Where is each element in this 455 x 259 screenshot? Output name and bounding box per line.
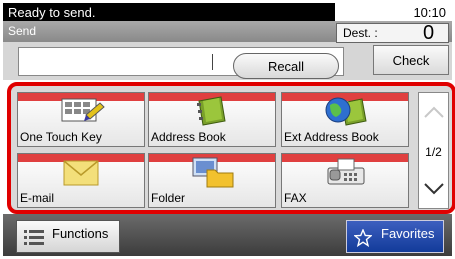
ext-address-book-label: Ext Address Book	[284, 130, 379, 144]
field-divider	[212, 54, 213, 70]
one-touch-key-icon	[61, 98, 105, 122]
destination-label: Dest. :	[343, 26, 378, 40]
address-book-label: Address Book	[151, 130, 226, 144]
scroll-down-button[interactable]	[419, 170, 448, 208]
folder-button[interactable]: Folder	[148, 153, 276, 208]
page-scroller: 1/2	[418, 92, 449, 209]
page-title: Send	[8, 24, 37, 38]
ext-address-book-button[interactable]: Ext Address Book	[281, 92, 409, 147]
email-icon	[63, 160, 99, 186]
address-book-icon	[197, 96, 226, 126]
status-message: Ready to send.	[8, 5, 96, 20]
email-button[interactable]: E-mail	[17, 153, 145, 208]
functions-button[interactable]: Functions	[16, 220, 120, 253]
clock: 10:10	[335, 3, 452, 21]
recall-label: Recall	[267, 58, 305, 74]
fax-icon	[327, 158, 365, 185]
favorites-button[interactable]: Favorites	[346, 220, 444, 253]
chevron-up-icon	[423, 106, 444, 118]
one-touch-key-label: One Touch Key	[20, 130, 102, 144]
fax-label: FAX	[284, 191, 307, 205]
list-icon	[24, 230, 44, 245]
check-button[interactable]: Check	[373, 45, 449, 75]
email-label: E-mail	[20, 191, 55, 205]
star-icon	[354, 229, 372, 247]
one-touch-key-button[interactable]: One Touch Key	[17, 92, 145, 147]
ext-address-book-icon	[325, 97, 367, 126]
address-book-button[interactable]: Address Book	[148, 92, 276, 147]
chevron-down-icon	[423, 183, 444, 195]
folder-label: Folder	[151, 191, 186, 205]
recall-button[interactable]: Recall	[233, 53, 339, 79]
status-bar: Ready to send. 10:10	[3, 3, 452, 21]
check-label: Check	[392, 52, 430, 68]
fax-button[interactable]: FAX	[281, 153, 409, 208]
destination-count: 0	[423, 22, 435, 44]
scroll-up-button[interactable]	[419, 93, 448, 131]
favorites-label: Favorites	[381, 226, 435, 241]
functions-label: Functions	[52, 226, 109, 241]
destination-counter: Dest. : 0	[336, 22, 449, 44]
folder-icon	[192, 157, 234, 188]
page-indicator: 1/2	[425, 145, 442, 159]
